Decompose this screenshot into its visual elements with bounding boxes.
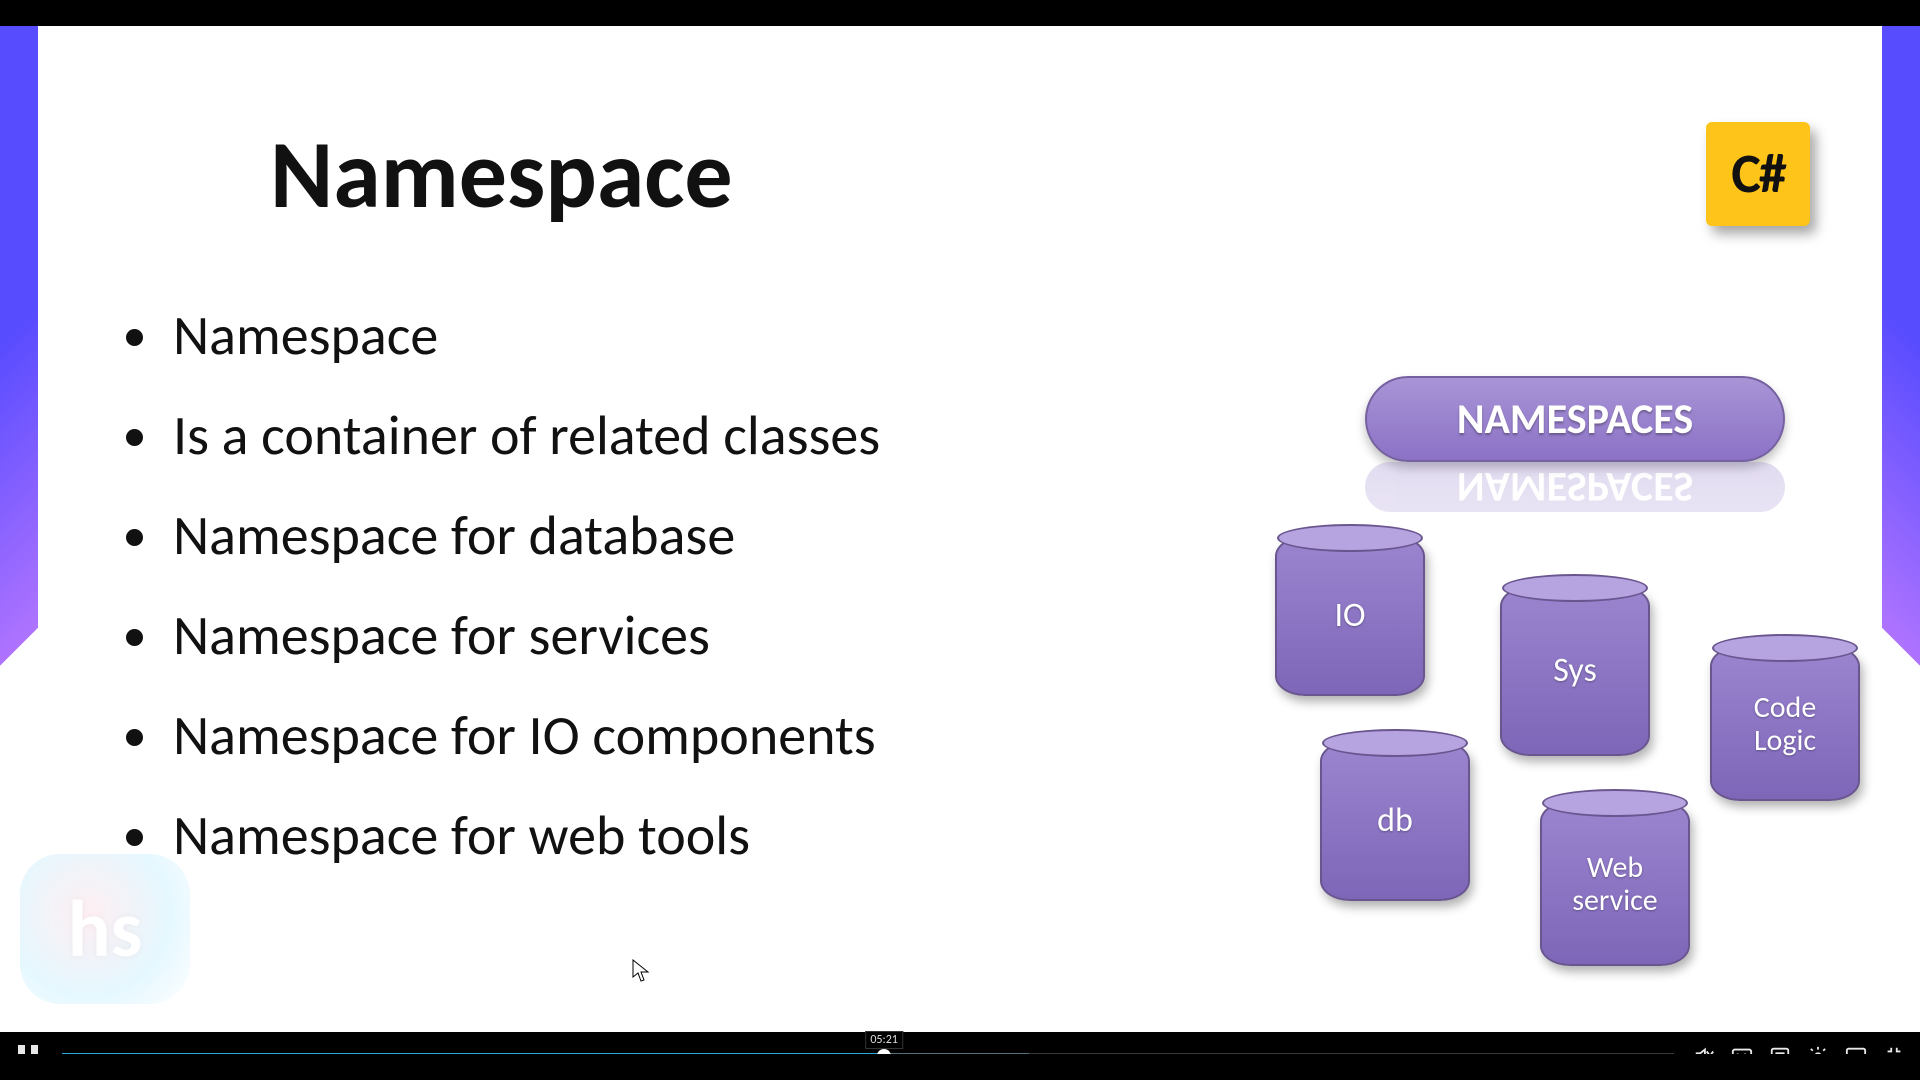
cylinder-db-label: db	[1367, 802, 1423, 839]
slide-title: Namespace	[270, 116, 733, 233]
bullet-item: Namespace for database	[167, 486, 1155, 586]
bullet-item: Namespace for IO components	[167, 686, 1155, 786]
cylinder-web-label: Web service	[1540, 851, 1690, 917]
bullet-item: Namespace	[167, 286, 1155, 386]
bullet-item: Namespace for services	[167, 586, 1155, 686]
decor-right-stripe	[1882, 26, 1920, 1054]
channel-watermark-icon: hs	[20, 854, 190, 1004]
diagram-header-text: NAMESPACES	[1457, 394, 1693, 445]
cylinder-db: db	[1320, 741, 1470, 901]
letterbox-bottom	[0, 1054, 1920, 1080]
cylinder-code-label: Code Logic	[1710, 691, 1860, 757]
cylinder-io-label: IO	[1324, 597, 1375, 634]
namespaces-diagram: NAMESPACES NAMESPACES IO Sys Code Logic …	[1265, 376, 1885, 1016]
cylinder-web-service: Web service	[1540, 801, 1690, 966]
progress-time-tooltip: 05:21	[865, 1031, 903, 1049]
video-frame: Namespace C# Namespace Is a container of…	[0, 0, 1920, 1080]
csharp-logo-text: C#	[1731, 140, 1785, 208]
diagram-header-reflection: NAMESPACES	[1365, 462, 1785, 512]
letterbox-top	[0, 0, 1920, 26]
watermark-text: hs	[68, 881, 143, 978]
cylinder-sys: Sys	[1500, 586, 1650, 756]
mouse-cursor-icon	[632, 959, 650, 983]
csharp-logo-icon: C#	[1706, 122, 1810, 226]
cylinder-code-logic: Code Logic	[1710, 646, 1860, 801]
diagram-header-pill: NAMESPACES	[1365, 376, 1785, 462]
cylinder-io: IO	[1275, 536, 1425, 696]
bullet-item: Namespace for web tools	[167, 786, 1155, 886]
slide: Namespace C# Namespace Is a container of…	[0, 26, 1920, 1054]
cylinder-sys-label: Sys	[1543, 652, 1607, 689]
bullet-list: Namespace Is a container of related clas…	[115, 286, 1155, 886]
bullet-item: Is a container of related classes	[167, 386, 1155, 486]
